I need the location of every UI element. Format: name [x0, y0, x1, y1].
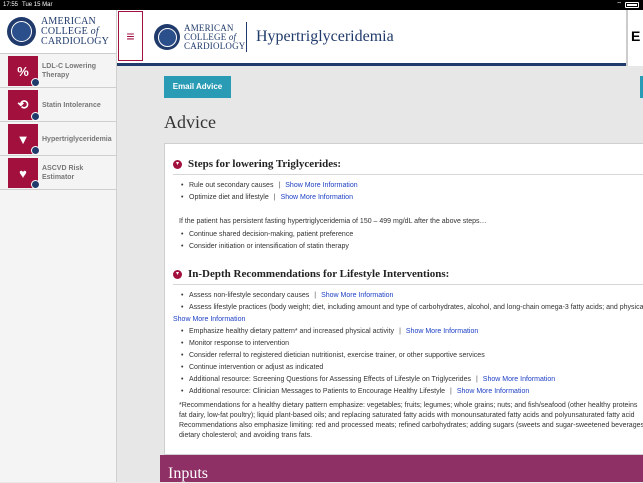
list-item: Continue shared decision-making, patient…: [181, 229, 353, 241]
sidebar-item-ascvd-risk[interactable]: ♥ ASCVD Risk Estimator: [0, 157, 116, 190]
advice-card: ▾ Steps for lowering Triglycerides: Rule…: [164, 143, 643, 455]
acc-wordmark: AMERICAN COLLEGE of CARDIOLOGY: [184, 23, 246, 51]
hamburger-icon: ≡: [126, 28, 135, 44]
chevron-down-icon: ▾: [173, 269, 182, 279]
status-time: 17:55: [3, 2, 19, 8]
show-more-link[interactable]: Show More Information: [281, 194, 353, 201]
advice-heading: Advice: [164, 112, 216, 132]
sidebar: AMERICAN COLLEGE of CARDIOLOGY % LDL-C L…: [0, 10, 117, 482]
followup-list: Continue shared decision-making, patient…: [181, 229, 353, 253]
section-title: Steps for lowering Triglycerides:: [188, 158, 342, 170]
list-item: Assess non-lifestyle secondary causes|Sh…: [181, 290, 643, 302]
acc-seal-icon: [7, 17, 36, 46]
show-more-link[interactable]: Show More Information: [173, 316, 245, 323]
list-item: Assess lifestyle practices (body weight;…: [181, 302, 643, 314]
list-item: Additional resource: Screening Questions…: [181, 374, 643, 386]
sidebar-item-label: LDL-C Lowering Therapy: [42, 63, 97, 79]
list-item: Continue intervention or adjust as indic…: [181, 362, 643, 374]
lifestyle-list: Assess non-lifestyle secondary causes|Sh…: [173, 290, 643, 398]
inputs-title: Inputs: [168, 465, 208, 482]
list-item: Optimize diet and lifestyle|Show More In…: [181, 192, 358, 204]
show-more-link[interactable]: Show More Information: [285, 182, 357, 189]
sidebar-item-label: Hypertriglyceridemia: [42, 135, 112, 143]
footnote: *Recommendations for a healthy dietary p…: [179, 402, 643, 439]
show-more-link[interactable]: Show More Information: [406, 328, 478, 335]
email-advice-button[interactable]: Email Advice: [164, 76, 231, 98]
list-item: Rule out secondary causes|Show More Info…: [181, 180, 358, 192]
section-title: In-Depth Recommendations for Lifestyle I…: [188, 268, 450, 280]
divider: [173, 174, 643, 175]
list-item: Consider referral to registered dieticia…: [181, 350, 643, 362]
status-bar: 17:55 Tue 15 Mar ⌔: [0, 0, 643, 10]
menu-button[interactable]: ≡: [118, 11, 143, 61]
condition-paragraph: If the patient has persistent fasting hy…: [179, 218, 487, 225]
show-more-link[interactable]: Show More Information: [321, 292, 393, 299]
sidebar-item-label: ASCVD Risk Estimator: [42, 165, 84, 181]
divider: [173, 284, 643, 285]
sidebar-item-label: Statin Intolerance: [42, 101, 101, 109]
acc-seal-icon: [154, 24, 180, 50]
battery-icon: [625, 2, 639, 8]
status-date: Tue 15 Mar: [22, 2, 53, 8]
page-title: Hypertriglyceridemia: [256, 28, 394, 45]
header-divider: [246, 22, 247, 52]
status-indicators: ⌔: [616, 0, 639, 10]
header-edge-tab[interactable]: E: [626, 10, 643, 66]
section-steps-header[interactable]: ▾ Steps for lowering Triglycerides:: [173, 158, 341, 170]
sidebar-item-statin-intolerance[interactable]: ⟲ Statin Intolerance: [0, 89, 116, 122]
inputs-section-header[interactable]: Inputs: [160, 455, 643, 482]
statin-cycle-icon: ⟲: [8, 90, 40, 121]
show-more-link[interactable]: Show More Information: [457, 388, 529, 395]
list-item: Monitor response to intervention: [181, 338, 643, 350]
ldl-percent-icon: %: [8, 56, 40, 87]
heart-icon: ♥: [8, 158, 40, 189]
sidebar-logo[interactable]: AMERICAN COLLEGE of CARDIOLOGY: [0, 10, 116, 54]
triglyceride-icon: ▼: [8, 124, 40, 155]
show-more-link[interactable]: Show More Information: [483, 376, 555, 383]
section-lifestyle-header[interactable]: ▾ In-Depth Recommendations for Lifestyle…: [173, 268, 449, 280]
acc-wordmark: AMERICAN COLLEGE of CARDIOLOGY: [41, 15, 110, 47]
header: ≡ AMERICAN COLLEGE of CARDIOLOGY Hypertr…: [117, 10, 643, 66]
sidebar-item-hypertriglyceridemia[interactable]: ▼ Hypertriglyceridemia: [0, 123, 116, 156]
sidebar-item-ldl-lowering[interactable]: % LDL-C Lowering Therapy: [0, 55, 116, 88]
list-item: Consider initiation or intensification o…: [181, 241, 353, 253]
steps-list: Rule out secondary causes|Show More Info…: [181, 180, 358, 204]
list-item: Emphasize healthy dietary pattern* and i…: [181, 326, 643, 338]
wifi-icon: ⌔: [616, 2, 622, 8]
main-content: ≡ AMERICAN COLLEGE of CARDIOLOGY Hypertr…: [117, 10, 643, 482]
chevron-down-icon: ▾: [173, 159, 182, 169]
list-item-continuation: Show More Information: [173, 314, 643, 326]
list-item: Additional resource: Clinician Messages …: [181, 386, 643, 398]
